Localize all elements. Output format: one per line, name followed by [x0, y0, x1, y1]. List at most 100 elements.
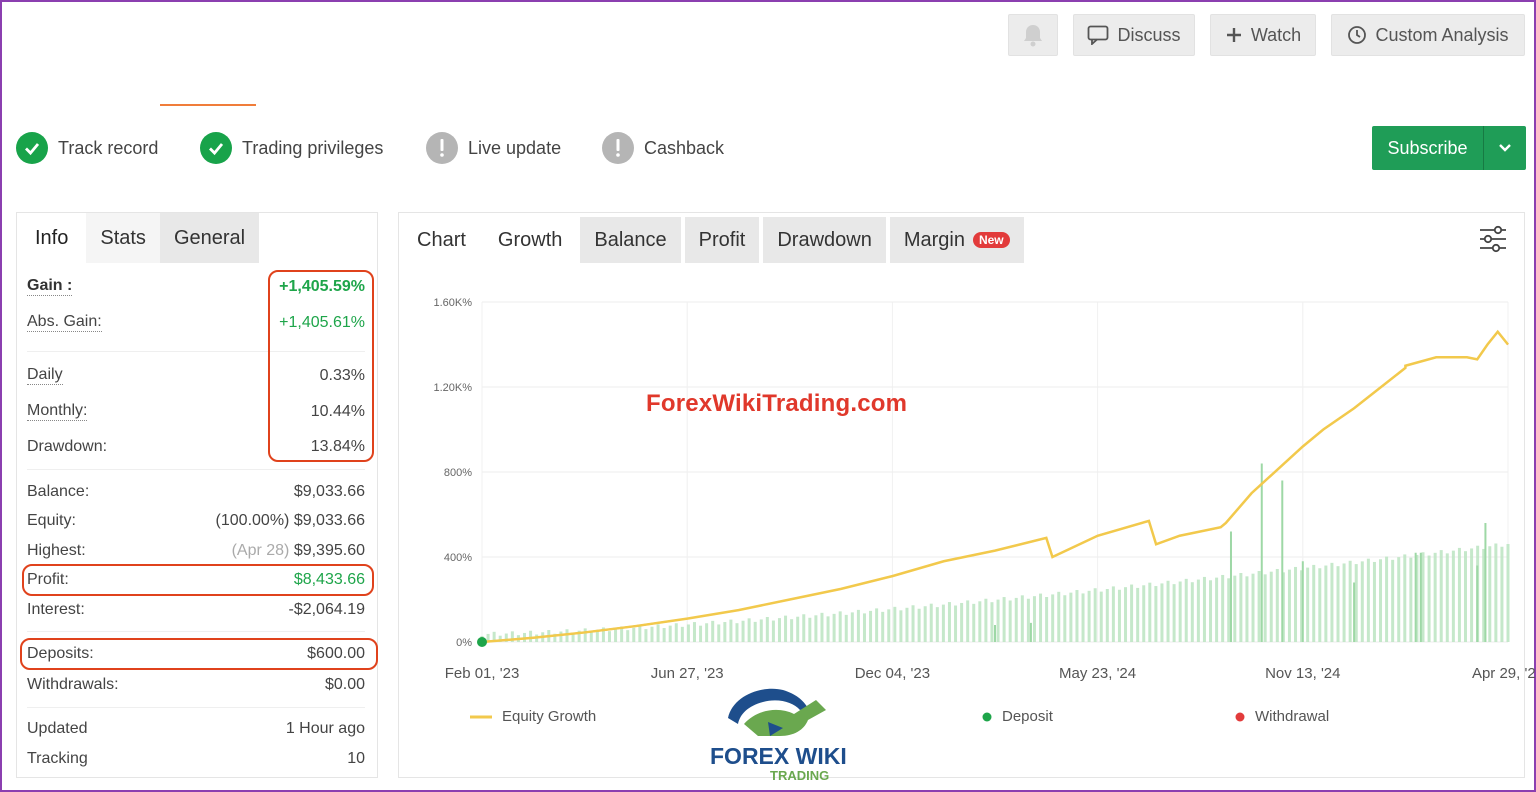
volume-bar — [656, 624, 660, 642]
volume-bar — [941, 604, 945, 642]
volume-bar — [1209, 580, 1213, 642]
volume-bar — [1166, 580, 1170, 642]
volume-bar — [747, 618, 751, 642]
volume-bar — [668, 625, 672, 642]
volume-bar — [589, 632, 593, 642]
volume-bar — [1154, 586, 1158, 642]
volume-bar — [1385, 556, 1389, 642]
volume-bar — [741, 620, 745, 642]
volume-bar — [1348, 560, 1352, 642]
volume-bar — [814, 615, 818, 642]
deposit-point — [477, 637, 487, 647]
volume-bar — [1093, 588, 1097, 642]
volume-bar — [875, 608, 879, 642]
volume-bar — [1421, 552, 1425, 642]
volume-bar — [1251, 573, 1255, 642]
volume-bar — [802, 614, 806, 642]
volume-bar — [777, 618, 781, 642]
volume-bar — [960, 602, 964, 642]
volume-bar — [650, 626, 654, 642]
volume-bar — [1178, 581, 1182, 642]
volume-bar — [1451, 550, 1455, 642]
volume-bar — [1324, 565, 1328, 642]
volume-bar — [1221, 574, 1225, 642]
volume-bar — [978, 601, 982, 642]
volume-bar — [1026, 598, 1030, 642]
forex-wiki-logo: FOREX WIKI TRADING — [708, 680, 858, 784]
volume-bar — [1464, 551, 1468, 642]
volume-bar — [1172, 584, 1176, 642]
volume-bar — [1245, 576, 1249, 642]
volume-bar — [1372, 561, 1376, 642]
volume-bar — [1439, 550, 1443, 642]
volume-bar — [1202, 576, 1206, 642]
legend-deposit[interactable]: Deposit — [982, 708, 1053, 725]
watermark-text: ForexWikiTrading.com — [646, 390, 908, 417]
volume-bar — [1081, 593, 1085, 642]
legend-equity-growth[interactable]: Equity Growth — [470, 708, 596, 725]
volume-bar — [1318, 568, 1322, 642]
volume-bar — [856, 609, 860, 642]
volume-bar — [784, 615, 788, 642]
y-tick-label: 800% — [444, 467, 472, 479]
volume-bar — [644, 629, 648, 642]
volume-bar — [1409, 557, 1413, 642]
volume-bar — [1130, 584, 1134, 642]
volume-bar — [662, 627, 666, 642]
volume-bar — [1136, 587, 1140, 642]
volume-bar — [1494, 543, 1498, 642]
logo-subtext: TRADING — [770, 768, 829, 783]
volume-bar — [923, 606, 927, 642]
volume-bar — [990, 602, 994, 642]
logo-text: FOREX WIKI — [710, 743, 847, 769]
volume-bar — [583, 628, 587, 642]
y-tick-label: 400% — [444, 552, 472, 564]
volume-bar — [911, 605, 915, 642]
volume-bar — [692, 622, 696, 642]
volume-bar — [826, 616, 830, 642]
volume-bar — [1330, 562, 1334, 642]
volume-bar — [753, 621, 757, 642]
x-tick-label: Feb 01, '23 — [445, 665, 520, 682]
volume-bar — [1039, 593, 1043, 642]
volume-bar — [559, 631, 563, 642]
y-tick-label: 1.60K% — [433, 297, 472, 309]
volume-bar — [1257, 571, 1261, 642]
volume-bar — [954, 605, 958, 642]
volume-bar — [1063, 595, 1067, 642]
volume-bar — [729, 619, 733, 642]
volume-bar — [686, 624, 690, 642]
volume-bar — [674, 623, 678, 642]
volume-bar — [1287, 569, 1291, 642]
legend-label: Withdrawal — [1255, 708, 1330, 725]
legend-withdrawal[interactable]: Withdrawal — [1235, 708, 1329, 725]
volume-bar — [1148, 582, 1152, 642]
volume-bar — [869, 610, 873, 642]
volume-bar — [1215, 577, 1219, 642]
volume-bar — [1336, 566, 1340, 642]
volume-bar — [1379, 559, 1383, 642]
volume-bar — [893, 606, 897, 642]
volume-bar — [881, 611, 885, 642]
volume-bar — [1105, 589, 1109, 642]
volume-bar — [947, 602, 951, 642]
volume-bar — [1196, 579, 1200, 642]
y-tick-label: 0% — [456, 637, 472, 649]
volume-bar — [1354, 564, 1358, 642]
x-tick-label: Apr 29, '25 — [1472, 665, 1536, 682]
volume-bar — [1087, 590, 1091, 642]
volume-bar — [1099, 591, 1103, 642]
x-tick-label: May 23, '24 — [1059, 665, 1136, 682]
volume-bar — [699, 625, 703, 642]
volume-bar — [1051, 594, 1055, 642]
volume-bar — [1190, 582, 1194, 642]
volume-bar — [832, 613, 836, 642]
volume-bar — [1275, 568, 1279, 642]
volume-bar — [1014, 597, 1018, 642]
volume-bar — [1233, 575, 1237, 642]
volume-bar — [1366, 558, 1370, 642]
volume-bar — [1227, 578, 1231, 642]
volume-bar — [1263, 574, 1267, 642]
volume-bar — [1032, 596, 1036, 642]
volume-bar — [626, 630, 630, 642]
